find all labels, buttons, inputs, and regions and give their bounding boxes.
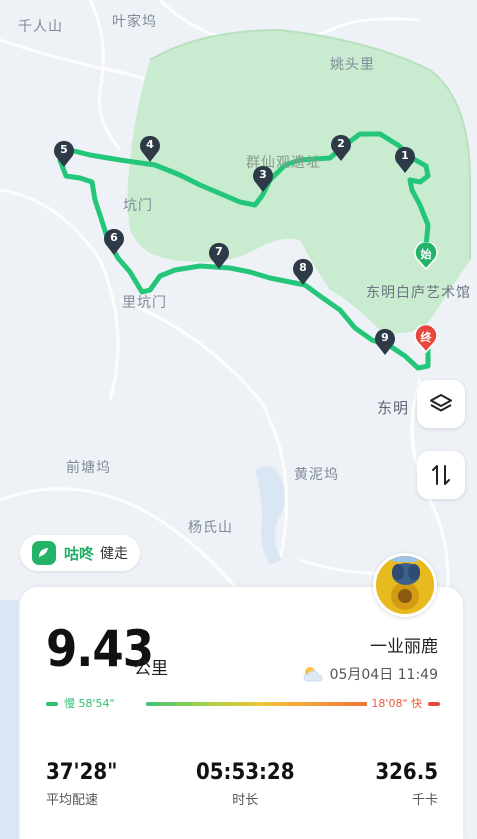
route-marker[interactable]: 6 bbox=[103, 228, 125, 256]
route-marker[interactable]: 9 bbox=[374, 328, 396, 356]
partly-cloudy-icon bbox=[303, 667, 322, 682]
place-label: 杨氏山 bbox=[188, 520, 233, 536]
place-label: 坑门 bbox=[123, 198, 153, 214]
pace-fast-label: 18'08" 快 bbox=[367, 697, 426, 711]
layers-icon bbox=[430, 394, 452, 412]
stat-label: 时长 bbox=[232, 793, 259, 808]
stat-value: 326.5 bbox=[375, 760, 438, 785]
distance-unit: 公里 bbox=[134, 659, 168, 679]
brand-name: 咕咚 bbox=[64, 544, 95, 563]
workout-datetime: 05月04日 11:49 bbox=[329, 667, 438, 683]
stat-value: 05:53:28 bbox=[196, 760, 295, 785]
route-marker[interactable]: 7 bbox=[208, 242, 230, 270]
stat-calories: 326.5 千卡 bbox=[375, 760, 438, 808]
workout-summary-card: 9.43 公里 一业丽鹿 05月04日 11:49 慢 58'54" 18'08… bbox=[20, 587, 463, 839]
stat-label: 千卡 bbox=[411, 793, 438, 808]
place-label: 姚头里 bbox=[330, 57, 375, 73]
weather-datetime: 05月04日 11:49 bbox=[302, 664, 438, 684]
avatar[interactable] bbox=[373, 553, 437, 617]
pace-gradient-bar: 慢 58'54" 18'08" 快 bbox=[46, 697, 440, 711]
route-marker[interactable]: 3 bbox=[252, 165, 274, 193]
place-label: 东明白庐艺术馆 bbox=[366, 285, 471, 301]
place-label: 里坑门 bbox=[122, 295, 167, 311]
route-marker[interactable]: 1 bbox=[394, 146, 416, 174]
app-brand-tag: 咕咚 健走 bbox=[20, 535, 141, 571]
lake-edge bbox=[0, 600, 18, 839]
route-toggle-icon bbox=[432, 465, 450, 485]
place-label: 千人山 bbox=[18, 19, 63, 35]
codoon-logo-icon bbox=[32, 541, 56, 565]
route-marker[interactable]: 2 bbox=[330, 134, 352, 162]
pace-slow-label: 慢 58'54" bbox=[60, 697, 119, 711]
end-marker[interactable]: 终 bbox=[414, 323, 438, 354]
activity-mode: 健走 bbox=[100, 546, 129, 562]
place-label: 前塘坞 bbox=[66, 460, 111, 476]
stat-value: 37'28" bbox=[46, 760, 118, 785]
route-marker[interactable]: 5 bbox=[53, 140, 75, 168]
start-marker[interactable]: 始 bbox=[414, 240, 438, 271]
route-marker[interactable]: 4 bbox=[139, 135, 161, 163]
place-label: 东明 bbox=[377, 399, 410, 417]
stat-label: 平均配速 bbox=[46, 793, 99, 808]
layers-button[interactable] bbox=[417, 380, 465, 428]
route-marker[interactable]: 8 bbox=[292, 258, 314, 286]
username: 一业丽鹿 bbox=[370, 637, 438, 657]
place-label: 黄泥坞 bbox=[294, 467, 339, 483]
route-toggle-button[interactable] bbox=[417, 451, 465, 499]
place-label: 叶家坞 bbox=[112, 14, 157, 30]
stat-avg-pace: 37'28" 平均配速 bbox=[46, 760, 117, 808]
stat-duration: 05:53:28 时长 bbox=[196, 760, 294, 808]
